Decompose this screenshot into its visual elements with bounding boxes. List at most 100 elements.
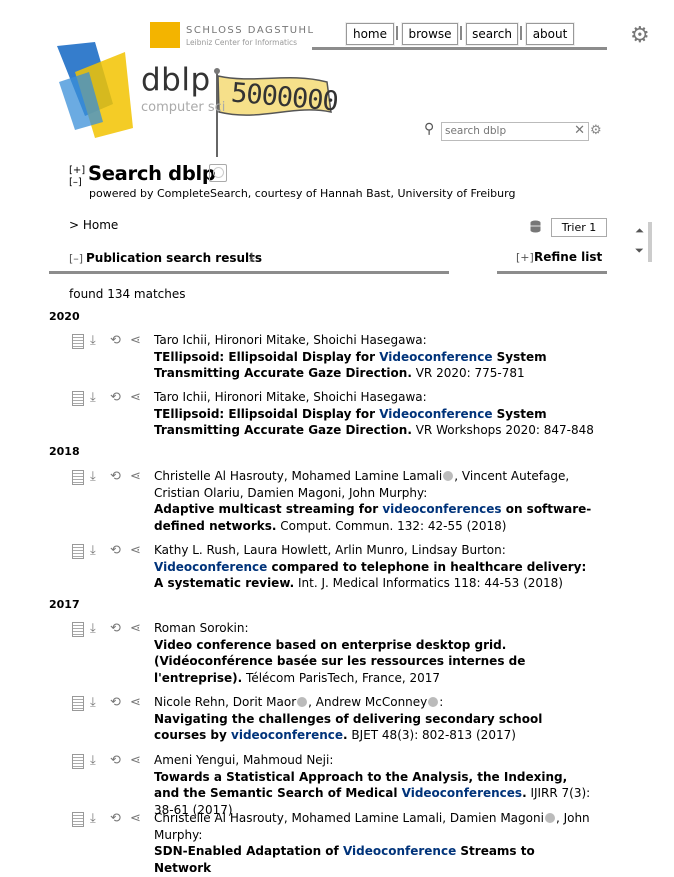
entry-authors[interactable]: Nicole Rehn, Dorit Maor, Andrew McConney…: [154, 694, 594, 711]
orcid-icon[interactable]: [297, 697, 308, 707]
entry-authors[interactable]: Taro Ichii, Hironori Mitake, Shoichi Has…: [154, 332, 594, 349]
search-options-icon[interactable]: ⚙: [590, 123, 602, 138]
download-icon[interactable]: ⤓: [90, 812, 96, 826]
mirror-selector-button[interactable]: Trier 1: [551, 218, 607, 237]
entry-venue[interactable]: Comput. Commun. 132: 42-55 (2018): [276, 519, 506, 533]
entry-title: SDN-Enabled Adaptation of: [154, 844, 343, 858]
help-icon[interactable]: [209, 164, 227, 182]
page-title: Search dblp: [88, 162, 216, 185]
external-link-icon[interactable]: ⟲: [110, 334, 121, 348]
document-icon[interactable]: [72, 754, 84, 769]
entry-authors[interactable]: Christelle Al Hasrouty, Mohamed Lamine L…: [154, 810, 594, 843]
refine-toggle[interactable]: [+]: [516, 251, 534, 264]
share-icon[interactable]: ⋖: [130, 696, 141, 710]
dagstuhl-title: SCHLOSS DAGSTUHL: [186, 25, 315, 36]
download-icon[interactable]: ⤓: [90, 544, 96, 558]
document-icon[interactable]: [72, 391, 84, 406]
entry-actions: ⤓ ⟲ ⋖: [70, 812, 150, 828]
entry-title-highlight: Videoconference: [379, 406, 493, 421]
share-icon[interactable]: ⋖: [130, 544, 141, 558]
dblp-wordmark: dblp: [141, 62, 211, 98]
external-link-icon[interactable]: ⟲: [110, 696, 121, 710]
download-icon[interactable]: ⤓: [90, 754, 96, 768]
expand-all-toggle[interactable]: [+]: [69, 165, 85, 177]
entry-title-highlight: Videoconference: [379, 349, 493, 364]
collapse-all-toggle[interactable]: [–]: [69, 177, 85, 189]
entry-title: TEllipsoid: Ellipsoidal Display for: [154, 406, 380, 421]
nav-browse-button[interactable]: browse: [402, 23, 458, 45]
page-scroll-controls: ⏶ ⏷: [634, 222, 652, 264]
clear-icon[interactable]: ✕: [574, 123, 585, 139]
scrollbar[interactable]: [648, 222, 652, 262]
entry-authors[interactable]: Roman Sorokin:: [154, 620, 594, 637]
database-icon: [530, 220, 541, 233]
external-link-icon[interactable]: ⟲: [110, 470, 121, 484]
results-toggle[interactable]: [–]: [69, 252, 83, 265]
orcid-icon[interactable]: [544, 813, 555, 823]
scroll-top-icon[interactable]: ⏶: [635, 224, 644, 238]
search-icon[interactable]: ⚲: [424, 121, 434, 137]
match-count: found 134 matches: [69, 287, 186, 301]
year-heading: 2020: [49, 310, 80, 323]
refine-header: [+] Refine list: [497, 249, 607, 274]
entry-title: Adaptive multicast streaming for: [154, 502, 383, 516]
share-icon[interactable]: ⋖: [130, 391, 141, 405]
entry-title-highlight: Videoconferences: [401, 786, 523, 800]
dblp-logo[interactable]: dblp computer sci 5000000: [55, 42, 345, 157]
share-icon[interactable]: ⋖: [130, 622, 141, 636]
document-icon[interactable]: [72, 470, 84, 485]
scroll-bottom-icon[interactable]: ⏷: [635, 244, 644, 258]
entry-venue[interactable]: VR 2020: 775-781: [412, 366, 525, 380]
document-icon[interactable]: [72, 334, 84, 349]
external-link-icon[interactable]: ⟲: [110, 812, 121, 826]
entry-actions: ⤓ ⟲ ⋖: [70, 622, 150, 638]
download-results-icon[interactable]: ⤓: [249, 250, 255, 265]
document-icon[interactable]: [72, 696, 84, 711]
nav-search-button[interactable]: search: [466, 23, 518, 45]
entry-authors[interactable]: Ameni Yengui, Mahmoud Neji:: [154, 752, 594, 769]
entry-authors[interactable]: Kathy L. Rush, Laura Howlett, Arlin Munr…: [154, 542, 594, 559]
results-header: [–] Publication search results ⤓: [49, 249, 449, 274]
entry-authors[interactable]: Taro Ichii, Hironori Mitake, Shoichi Has…: [154, 389, 594, 406]
external-link-icon[interactable]: ⟲: [110, 622, 121, 636]
document-icon[interactable]: [72, 812, 84, 827]
external-link-icon[interactable]: ⟲: [110, 754, 121, 768]
orcid-icon[interactable]: [428, 697, 439, 707]
entry-venue[interactable]: VR Workshops 2020: 847-848: [412, 423, 594, 437]
entry-title-highlight: videoconference: [231, 728, 344, 742]
search-field: ✕: [441, 122, 589, 141]
share-icon[interactable]: ⋖: [130, 334, 141, 348]
share-icon[interactable]: ⋖: [130, 470, 141, 484]
download-icon[interactable]: ⤓: [90, 334, 96, 348]
year-heading: 2017: [49, 598, 80, 611]
search-input[interactable]: [442, 123, 568, 139]
share-icon[interactable]: ⋖: [130, 812, 141, 826]
entry-actions: ⤓ ⟲ ⋖: [70, 391, 150, 407]
breadcrumb[interactable]: > Home: [69, 218, 118, 232]
download-icon[interactable]: ⤓: [90, 470, 96, 484]
external-link-icon[interactable]: ⟲: [110, 544, 121, 558]
entry-venue[interactable]: Int. J. Medical Informatics 118: 44-53 (…: [294, 576, 563, 590]
document-icon[interactable]: [72, 622, 84, 637]
download-icon[interactable]: ⤓: [90, 696, 96, 710]
share-icon[interactable]: ⋖: [130, 754, 141, 768]
entry-actions: ⤓ ⟲ ⋖: [70, 470, 150, 486]
entry-venue[interactable]: BJET 48(3): 802-813 (2017): [348, 728, 515, 742]
document-icon[interactable]: [72, 544, 84, 559]
download-icon[interactable]: ⤓: [90, 622, 96, 636]
dblp-subtitle: computer sci: [141, 100, 226, 115]
entry-title-highlight: Videoconference: [342, 844, 457, 858]
entry-actions: ⤓ ⟲ ⋖: [70, 334, 150, 350]
download-icon[interactable]: ⤓: [90, 391, 96, 405]
expand-collapse-control: [+] [–]: [69, 165, 85, 189]
nav-separator: [460, 26, 462, 40]
orcid-icon[interactable]: [443, 471, 454, 481]
nav-home-button[interactable]: home: [346, 23, 394, 45]
entry-actions: ⤓ ⟲ ⋖: [70, 696, 150, 712]
nav-about-button[interactable]: about: [526, 23, 574, 45]
gear-icon[interactable]: ⚙: [630, 25, 650, 47]
external-link-icon[interactable]: ⟲: [110, 391, 121, 405]
entry-authors[interactable]: Christelle Al Hasrouty, Mohamed Lamine L…: [154, 468, 594, 501]
entry-venue[interactable]: Télécom ParisTech, France, 2017: [242, 671, 440, 685]
entry-title-highlight: Videoconference: [154, 559, 268, 574]
